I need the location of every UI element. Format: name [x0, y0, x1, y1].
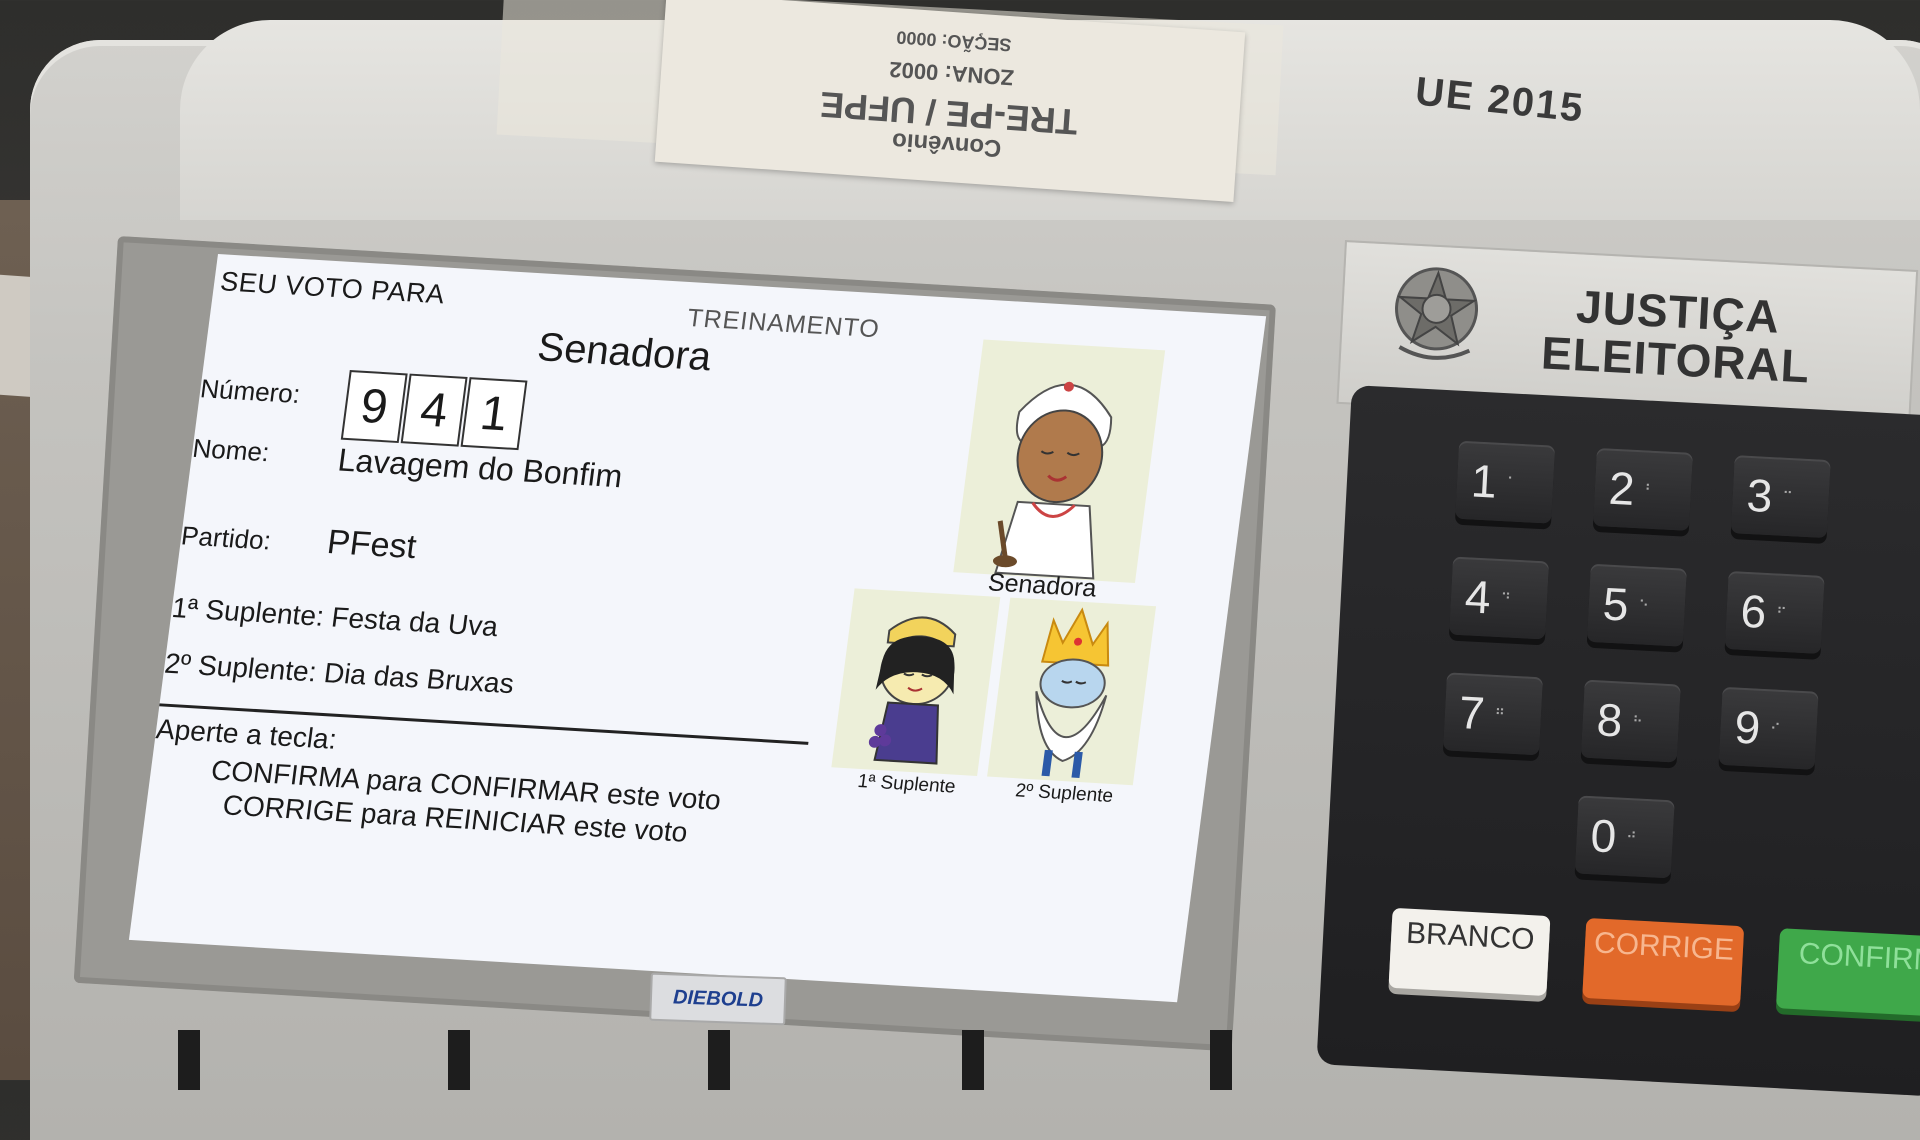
- photo-caption-sub2: 2º Suplente: [1014, 780, 1115, 807]
- key-0[interactable]: 0 ⠚: [1574, 795, 1675, 879]
- key-label: 0: [1589, 809, 1618, 863]
- halloween-wizard-illustration: [1035, 607, 1110, 779]
- key-label: 9: [1733, 700, 1762, 754]
- braille-dots: ⠁: [1506, 473, 1521, 491]
- braille-dots: ⠚: [1625, 828, 1641, 846]
- key-4[interactable]: 4 ⠙: [1449, 556, 1550, 640]
- grape-festival-illustration: [868, 616, 957, 765]
- key-label: 8: [1595, 693, 1624, 747]
- key-label: 6: [1739, 584, 1768, 638]
- key-2[interactable]: 2 ⠃: [1592, 447, 1693, 531]
- braille-dots: ⠛: [1494, 705, 1509, 723]
- key-5[interactable]: 5 ⠑: [1586, 563, 1687, 647]
- braille-dots: ⠑: [1638, 596, 1653, 614]
- key-label: 3: [1745, 468, 1774, 523]
- party-value: PFest: [325, 523, 419, 567]
- photo-caption-sub1: 1ª Suplente: [856, 770, 957, 798]
- key-3[interactable]: 3 ⠉: [1730, 455, 1831, 539]
- substitute-2: 2º Suplente: Dia das Bruxas: [162, 647, 516, 700]
- number-digit-3: 1: [460, 377, 528, 451]
- substitute-1-photo: [831, 588, 1001, 776]
- corrige-label: CORRIGE: [1593, 926, 1735, 967]
- voting-screen: SEU VOTO PARA TREINAMENTO Senadora Númer…: [128, 254, 1267, 1003]
- key-9[interactable]: 9 ⠊: [1718, 686, 1819, 770]
- braille-dots: ⠙: [1500, 589, 1515, 607]
- confirma-button[interactable]: CONFIRMA: [1775, 928, 1920, 1019]
- key-6[interactable]: 6 ⠋: [1724, 570, 1825, 654]
- substitute-1: 1ª Suplente: Festa da Uva: [170, 591, 500, 643]
- key-label: 2: [1607, 461, 1636, 515]
- keypad: 1 ⠁ 2 ⠃ 3 ⠉ 4 ⠙ 5 ⠑ 6 ⠋ 7 ⠛ 8 ⠓ 9 ⠊ 0 ⠚ BRANCO COR…: [1316, 385, 1920, 1097]
- candidate-name: Lavagem do Bonfim: [335, 441, 625, 495]
- key-label: 1: [1469, 454, 1499, 508]
- braille-dots: ⠉: [1781, 488, 1797, 505]
- coat-of-arms-icon: [1395, 267, 1479, 360]
- mode-label: TREINAMENTO: [685, 304, 882, 344]
- key-label: 4: [1463, 570, 1493, 624]
- corrige-button[interactable]: CORRIGE: [1582, 917, 1745, 1007]
- braille-dots: ⠓: [1631, 712, 1647, 730]
- office-title: Senadora: [535, 325, 714, 380]
- vent-slot: [1210, 1030, 1232, 1090]
- photo-caption-main: Senadora: [986, 568, 1099, 603]
- confirma-label: CONFIRMA: [1797, 937, 1920, 979]
- number-boxes: 9 4 1: [340, 370, 528, 451]
- substitute-2-photo: [987, 597, 1157, 786]
- vent-slot: [178, 1030, 200, 1090]
- branco-label: BRANCO: [1405, 916, 1536, 957]
- key-label: 7: [1457, 686, 1486, 740]
- brand-plaque: DIEBOLD: [649, 972, 787, 1026]
- key-8[interactable]: 8 ⠓: [1580, 679, 1681, 763]
- branco-button[interactable]: BRANCO: [1388, 907, 1551, 997]
- party-label: Partido:: [179, 520, 273, 556]
- baiana-illustration: [992, 381, 1113, 580]
- instructions-title: Aperte a tecla:: [154, 713, 339, 755]
- title-line-2: ELEITORAL: [1540, 326, 1812, 393]
- vent-slot: [708, 1030, 730, 1090]
- vent-slot: [448, 1030, 470, 1090]
- number-digit-2: 4: [400, 373, 468, 447]
- electoral-justice-title: JUSTIÇA ELEITORAL: [1540, 280, 1813, 393]
- key-1[interactable]: 1 ⠁: [1455, 440, 1556, 524]
- braille-dots: ⠃: [1644, 480, 1659, 498]
- number-digit-1: 9: [340, 370, 408, 444]
- key-label: 5: [1601, 577, 1630, 631]
- candidate-photo: [953, 339, 1166, 583]
- vent-slot: [962, 1030, 984, 1090]
- key-7[interactable]: 7 ⠛: [1443, 672, 1543, 756]
- braille-dots: ⠋: [1775, 604, 1790, 621]
- number-label: Número:: [198, 373, 303, 410]
- screen-header: SEU VOTO PARA: [218, 266, 447, 310]
- name-label: Nome:: [190, 432, 272, 468]
- braille-dots: ⠊: [1769, 719, 1784, 737]
